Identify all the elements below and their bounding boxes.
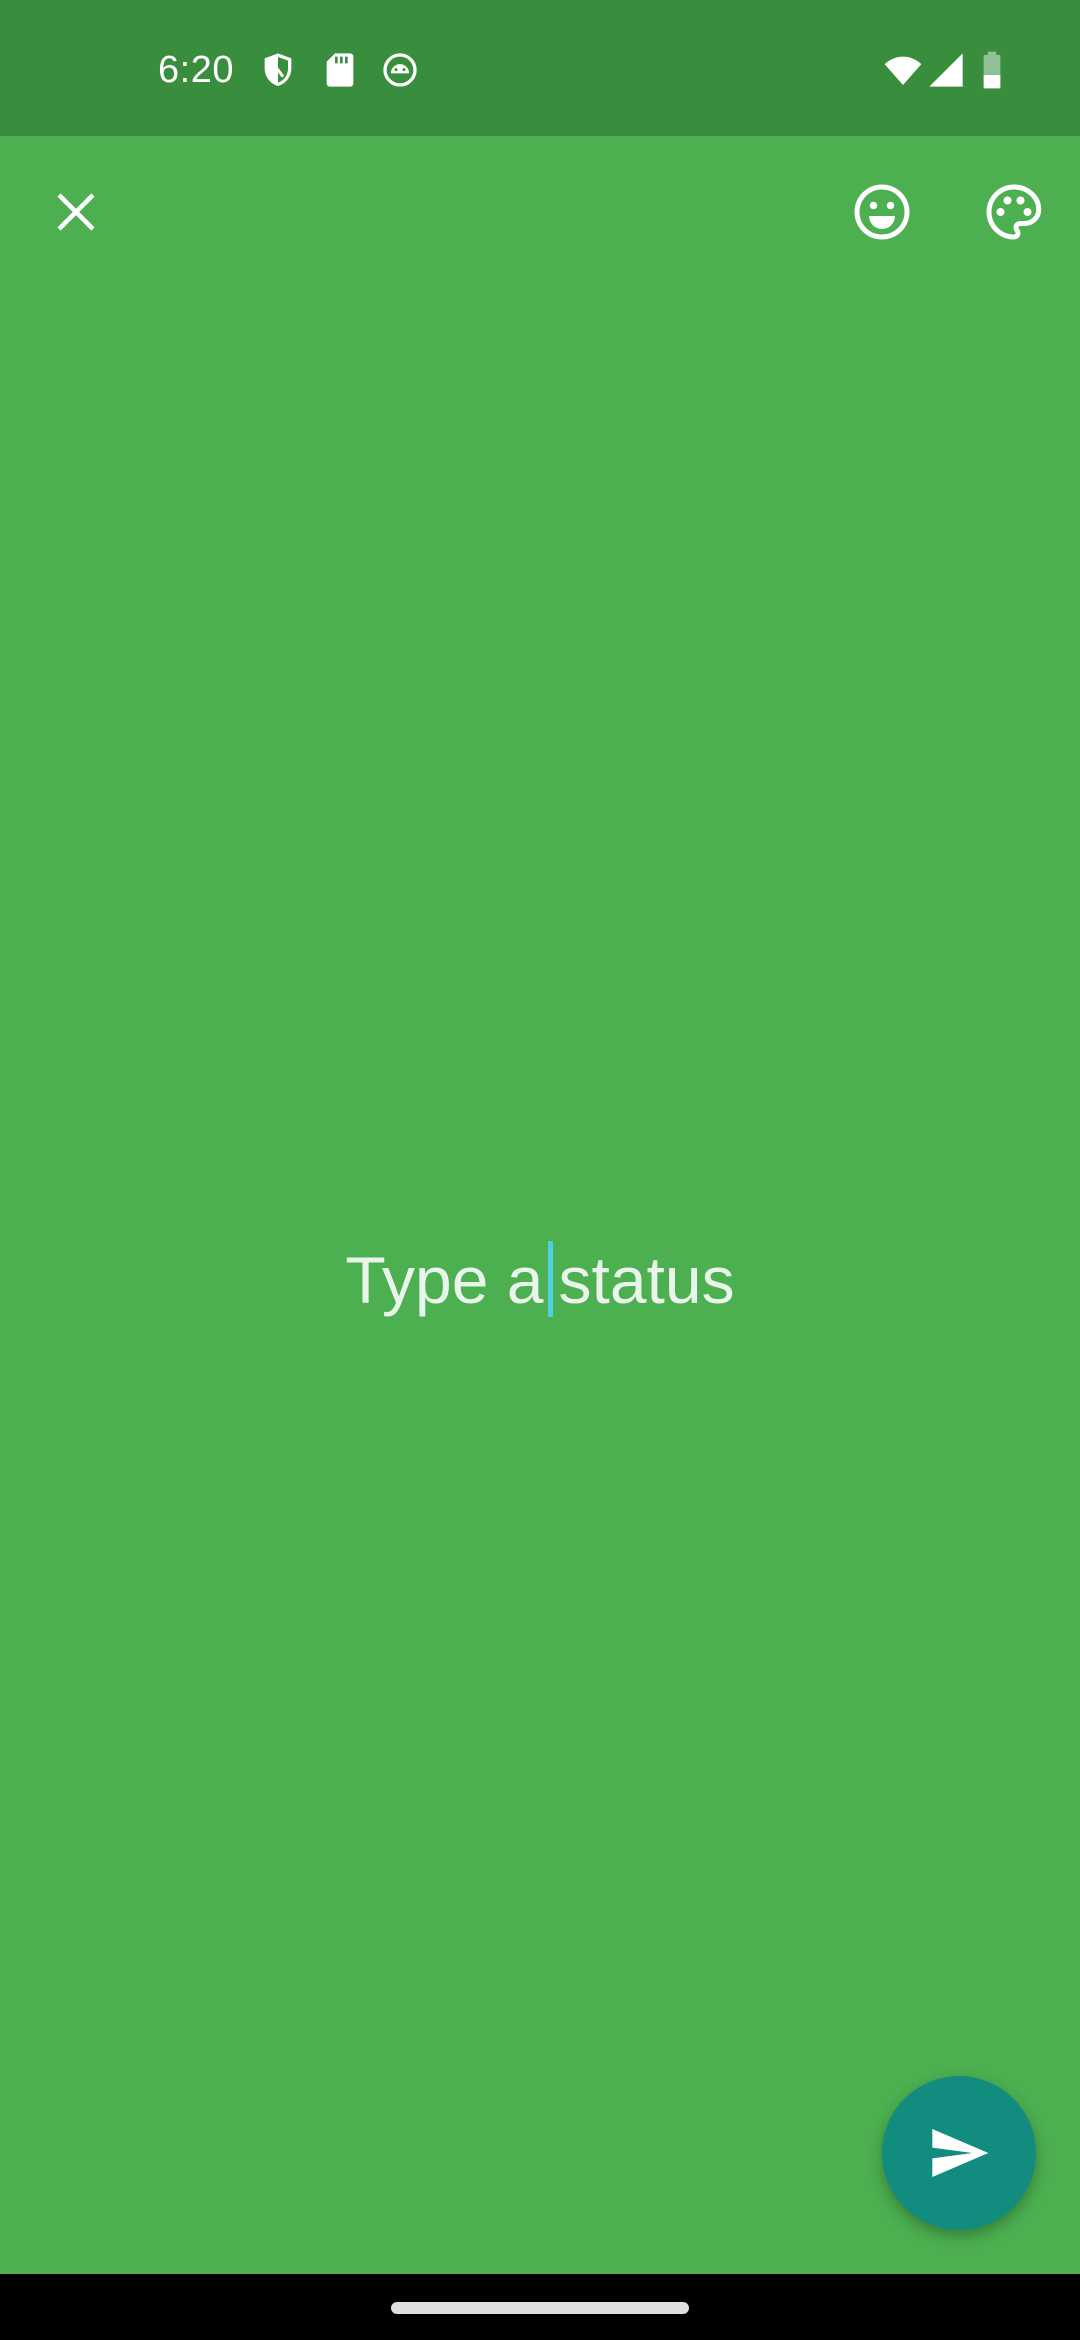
home-gesture-handle[interactable] — [391, 2302, 689, 2314]
emoji-button[interactable] — [834, 164, 930, 260]
cell-signal-icon — [926, 50, 966, 90]
send-icon — [932, 2129, 989, 2177]
send-button[interactable] — [882, 2076, 1036, 2230]
app-bar — [0, 136, 1080, 292]
placeholder-text-end: status — [558, 1243, 735, 1317]
wifi-icon — [882, 50, 924, 90]
status-text-input[interactable]: Type a status — [0, 1230, 1080, 1330]
emoji-icon — [854, 184, 910, 240]
text-caret — [547, 1241, 553, 1317]
sd-card-icon — [320, 50, 360, 90]
battery-icon — [980, 50, 1004, 90]
status-time: 6:20 — [158, 49, 234, 91]
status-bar: 6:20 — [0, 0, 1080, 136]
placeholder-text-start: Type a — [345, 1243, 544, 1317]
close-button[interactable] — [28, 164, 124, 260]
android-robot-icon — [380, 50, 420, 90]
shield-icon — [258, 50, 298, 90]
palette-icon — [986, 184, 1042, 240]
palette-button[interactable] — [966, 164, 1062, 260]
close-icon — [57, 193, 95, 231]
navigation-bar — [0, 2274, 1080, 2340]
